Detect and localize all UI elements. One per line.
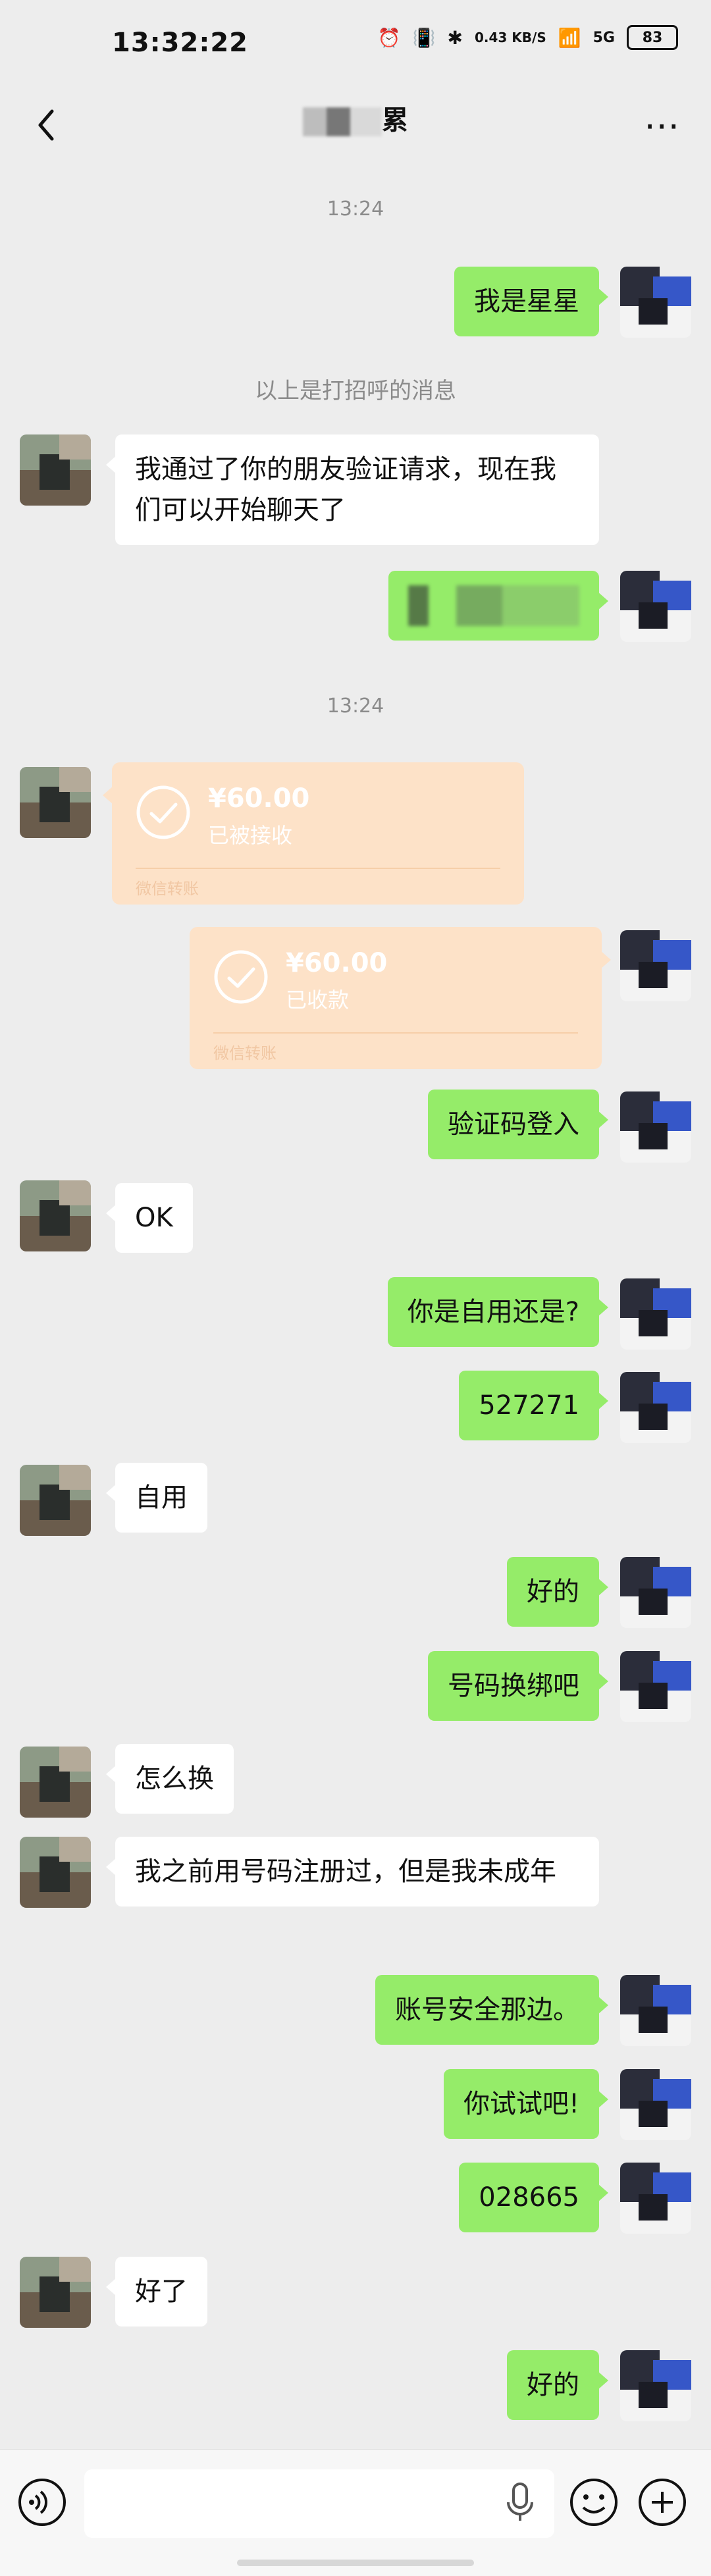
more-button[interactable]: ⋯ [639, 99, 685, 151]
message-bubble-received[interactable]: 我之前用号码注册过，但是我未成年 [106, 1837, 599, 1906]
message-text: 好了 [135, 2276, 188, 2307]
vibrate-icon: 📳 [412, 26, 436, 49]
transfer-card-received[interactable]: ¥60.00 已被接收 微信转账 [103, 762, 524, 905]
my-avatar[interactable] [620, 1975, 691, 2046]
status-bar: 13:32:22 ⏰ 📳 ✱ 0.43 KB/S 📶 5G 83 [0, 0, 711, 92]
message-bubble-sent[interactable]: 验证码登入 [428, 1090, 608, 1159]
my-avatar[interactable] [620, 2069, 691, 2140]
battery-level: 83 [642, 29, 663, 46]
chat-title: 累 [0, 99, 711, 137]
message-bubble-received[interactable]: 好了 [106, 2257, 207, 2326]
message-text: 527271 [479, 1390, 579, 1421]
transfer-brand: 微信转账 [136, 880, 199, 898]
message-bubble-sent[interactable]: 号码换绑吧 [428, 1651, 608, 1721]
peer-avatar[interactable] [20, 767, 91, 838]
network-label: 5G [592, 29, 615, 46]
message-text: 怎么换 [135, 1764, 214, 1794]
input-bar [0, 2449, 711, 2576]
title-blur [303, 107, 382, 136]
transfer-status: 已收款 [286, 987, 350, 1012]
my-avatar[interactable] [620, 267, 691, 338]
message-bubble-sent[interactable]: 你试试吧! [443, 2069, 609, 2139]
mic-icon[interactable] [500, 2476, 540, 2529]
peer-avatar[interactable] [20, 1180, 91, 1251]
my-avatar[interactable] [620, 1278, 691, 1350]
message-text: 你是自用还是? [407, 1297, 579, 1327]
message-text: 你试试吧! [463, 2089, 579, 2119]
bluetooth-icon: ✱ [447, 26, 463, 49]
message-bubble-received[interactable]: 我通过了你的朋友验证请求，现在我们可以开始聊天了 [106, 434, 599, 545]
transfer-amount: ¥60.00 [208, 783, 310, 814]
peer-avatar[interactable] [20, 1837, 91, 1908]
message-text: 账号安全那边。 [395, 1995, 579, 2025]
blurred-content [408, 585, 579, 626]
my-avatar[interactable] [620, 1091, 691, 1163]
transfer-divider [136, 868, 500, 869]
message-text: 我之前用号码注册过，但是我未成年 [135, 1856, 556, 1887]
my-avatar[interactable] [620, 2350, 691, 2421]
message-bubble-sent[interactable]: 你是自用还是? [387, 1277, 609, 1347]
check-circle-icon [214, 950, 268, 1004]
alarm-icon: ⏰ [377, 26, 401, 49]
check-circle-icon [136, 785, 190, 839]
message-text: 好的 [527, 1577, 579, 1607]
transfer-divider [213, 1032, 578, 1034]
message-bubble-received[interactable]: OK [106, 1183, 193, 1253]
my-avatar[interactable] [620, 571, 691, 642]
message-text: 号码换绑吧 [448, 1671, 579, 1701]
transfer-card-sent[interactable]: ¥60.00 已收款 微信转账 [190, 927, 611, 1069]
transfer-amount: ¥60.00 [286, 948, 388, 978]
my-avatar[interactable] [620, 1557, 691, 1628]
message-text: 验证码登入 [448, 1109, 579, 1140]
message-bubble-sent[interactable]: 527271 [459, 1371, 608, 1440]
chat-screen: 13:32:22 ⏰ 📳 ✱ 0.43 KB/S 📶 5G 83 累 ⋯ 13:… [0, 0, 711, 2576]
message-bubble-sent[interactable]: 好的 [507, 2350, 608, 2420]
message-bubble-received[interactable]: 怎么换 [106, 1744, 234, 1814]
transfer-brand: 微信转账 [213, 1044, 276, 1063]
peer-avatar[interactable] [20, 434, 91, 506]
message-bubble-sent[interactable]: 账号安全那边。 [375, 1975, 608, 2045]
battery-icon: 83 [627, 25, 678, 50]
chat-header: 累 ⋯ [0, 92, 711, 161]
wifi-icon: 📶 [558, 26, 581, 49]
message-text: 我通过了你的朋友验证请求，现在我们可以开始聊天了 [135, 454, 556, 525]
status-icons: ⏰ 📳 ✱ 0.43 KB/S 📶 5G 83 [378, 25, 678, 50]
message-text: 自用 [135, 1483, 188, 1513]
emoji-icon[interactable] [567, 2476, 620, 2529]
message-text: 028665 [479, 2182, 579, 2213]
timestamp: 13:24 [327, 197, 384, 221]
net-speed: 0.43 KB/S [474, 30, 546, 45]
message-bubble-sent[interactable]: 好的 [507, 1557, 608, 1627]
my-avatar[interactable] [620, 2163, 691, 2234]
more-dots-icon: ⋯ [644, 104, 679, 146]
transfer-status: 已被接收 [208, 823, 293, 848]
message-input[interactable] [84, 2469, 554, 2538]
home-indicator[interactable] [237, 2560, 474, 2566]
message-text: 好的 [527, 2370, 579, 2400]
voice-icon[interactable] [16, 2476, 68, 2529]
message-bubble-sent[interactable]: 我是星星 [454, 267, 608, 336]
my-avatar[interactable] [620, 930, 691, 1001]
peer-avatar[interactable] [20, 1465, 91, 1536]
peer-avatar[interactable] [20, 2257, 91, 2328]
message-bubble-sent[interactable] [388, 571, 608, 641]
message-text: 我是星星 [474, 286, 579, 317]
message-bubble-sent[interactable]: 028665 [459, 2163, 608, 2232]
plus-icon[interactable] [636, 2476, 689, 2529]
my-avatar[interactable] [620, 1372, 691, 1443]
timestamp: 13:24 [327, 695, 384, 718]
peer-avatar[interactable] [20, 1747, 91, 1818]
title-text: 累 [382, 105, 408, 136]
my-avatar[interactable] [620, 1651, 691, 1722]
status-time: 13:32:22 [112, 28, 248, 58]
system-message: 以上是打招呼的消息 [255, 378, 456, 404]
message-text: OK [135, 1203, 173, 1233]
message-bubble-received[interactable]: 自用 [106, 1463, 207, 1533]
